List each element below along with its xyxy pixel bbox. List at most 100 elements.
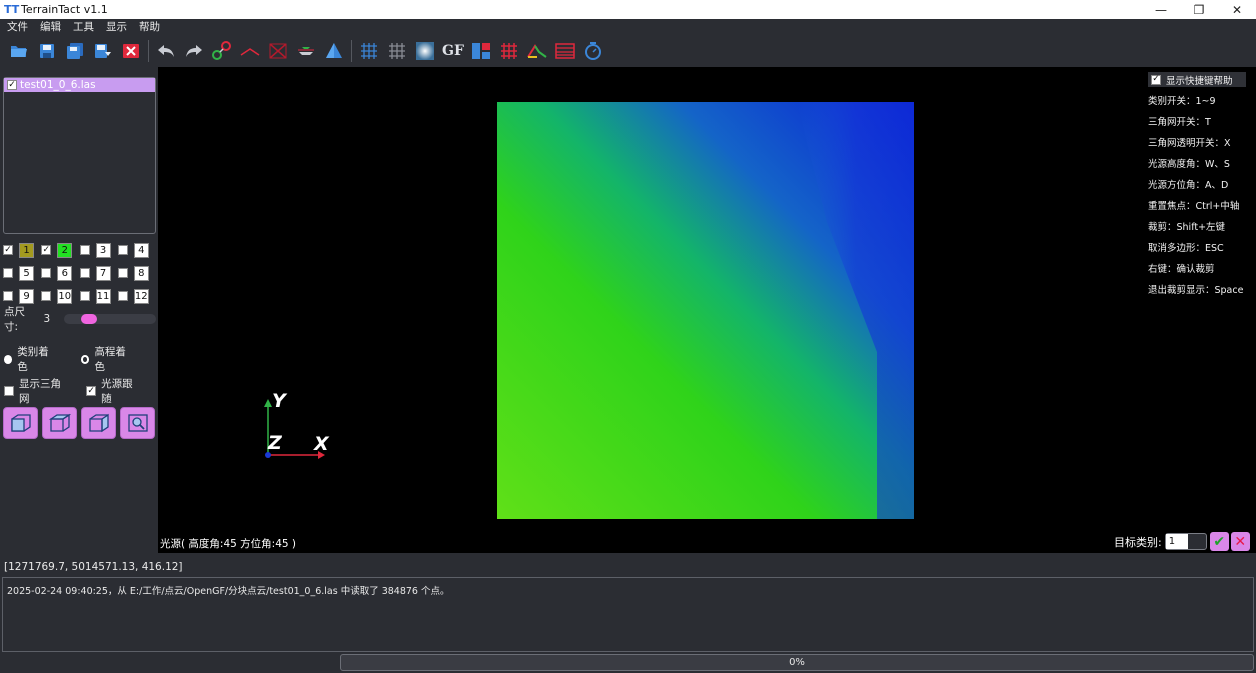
toolbar: GF (0, 34, 1256, 67)
class-swatch[interactable]: 2 (57, 242, 73, 258)
class-toggle: 10 (41, 288, 79, 304)
class-toggle: ✓ 1 (3, 242, 41, 258)
file-list[interactable]: ✓ test01_0_6.las (3, 77, 156, 234)
class-checkbox[interactable]: ✓ (3, 245, 13, 255)
help-line: 退出裁剪显示：Space (1148, 285, 1244, 296)
file-list-item[interactable]: ✓ test01_0_6.las (4, 78, 155, 92)
class-checkbox[interactable] (41, 291, 52, 301)
save-icon[interactable] (36, 40, 58, 62)
class-swatch[interactable]: 6 (57, 265, 73, 281)
class-toggle: 7 (79, 265, 118, 281)
target-icon[interactable] (582, 40, 604, 62)
clear-icon[interactable] (267, 40, 289, 62)
class-swatch[interactable]: 7 (95, 265, 111, 281)
color-by-class-radio[interactable] (4, 354, 13, 364)
class-checkbox[interactable] (117, 245, 128, 255)
view-front-button[interactable] (3, 407, 38, 439)
target-class-value[interactable]: 1 (1165, 534, 1188, 549)
close-icon: ✕ (1234, 533, 1247, 550)
show-shortcut-help-checkbox[interactable]: ✓ (1151, 74, 1161, 85)
segment-icon[interactable] (498, 40, 520, 62)
close-window-button[interactable]: ✕ (1218, 0, 1256, 19)
minimize-button[interactable]: — (1142, 0, 1180, 19)
target-class-spinbox[interactable]: 1 (1164, 533, 1207, 550)
class-swatch[interactable]: 8 (133, 265, 149, 281)
menu-edit[interactable]: 编辑 (34, 19, 67, 34)
window-controls: — ❐ ✕ (1142, 0, 1256, 19)
help-line: 三角网透明开关：X (1148, 138, 1231, 149)
left-panel: ✓ test01_0_6.las ✓ 1 ✓ 2 3 4 5 6 7 8 9 10 11 12 点尺寸: … (0, 67, 158, 557)
class-checkbox[interactable] (79, 268, 90, 278)
menu-view[interactable]: 显示 (100, 19, 133, 34)
class-checkbox[interactable] (79, 245, 90, 255)
3d-viewport[interactable]: X Y Z 光源( 高度角:45 方位角:45 ) ✓ 显示快捷键帮助 类别开关… (158, 67, 1256, 553)
light-status: 光源( 高度角:45 方位角:45 ) (160, 538, 297, 550)
redo-icon[interactable] (183, 40, 205, 62)
point-cloud-render[interactable] (497, 102, 914, 519)
class-checkbox[interactable] (117, 268, 128, 278)
profile-icon[interactable] (526, 40, 548, 62)
spinbox-arrows[interactable] (1188, 534, 1206, 549)
angle-icon[interactable] (239, 40, 261, 62)
export-icon[interactable] (92, 40, 114, 62)
view-side-button[interactable] (81, 407, 116, 439)
menu-help[interactable]: 帮助 (133, 19, 166, 34)
zoom-fit-icon (127, 414, 148, 432)
menu-file[interactable]: 文件 (0, 19, 34, 34)
class-checkbox[interactable] (79, 291, 90, 301)
color-by-elevation-radio[interactable] (80, 354, 90, 364)
maximize-button[interactable]: ❐ (1180, 0, 1218, 19)
filter-icon[interactable] (386, 40, 408, 62)
class-swatch[interactable]: 5 (19, 265, 34, 281)
class-swatch[interactable]: 11 (95, 288, 111, 304)
close-file-icon[interactable] (120, 40, 142, 62)
point-size-value: 3 (43, 313, 51, 325)
zoom-fit-button[interactable] (120, 407, 155, 439)
class-swatch[interactable]: 1 (19, 242, 34, 258)
class-swatch[interactable]: 9 (19, 288, 34, 304)
layers-icon[interactable] (554, 40, 576, 62)
class-checkbox[interactable] (41, 268, 52, 278)
help-line: 类别开关：1~9 (1148, 96, 1216, 107)
class-checkbox[interactable] (117, 291, 128, 301)
file-visible-checkbox[interactable]: ✓ (7, 80, 17, 90)
cancel-button[interactable]: ✕ (1230, 532, 1250, 551)
window-title: TerrainTact v1.1 (21, 3, 108, 16)
confirm-button[interactable]: ✔ (1209, 532, 1229, 551)
point-size-slider-handle[interactable] (81, 314, 98, 324)
render-icon[interactable] (414, 40, 436, 62)
point-size-slider[interactable] (64, 314, 156, 324)
light-follow-checkbox[interactable]: ✓ (86, 386, 97, 396)
plane-icon[interactable] (295, 40, 317, 62)
menu-tools[interactable]: 工具 (67, 19, 100, 34)
class-toggle: 11 (79, 288, 118, 304)
undo-icon[interactable] (155, 40, 177, 62)
triangle-icon[interactable] (323, 40, 345, 62)
log-output[interactable]: 2025-02-24 09:40:25，从 E:/工作/点云/OpenGF/分块… (2, 577, 1254, 652)
target-class-label: 目标类别: (1114, 535, 1162, 549)
measure-icon[interactable] (211, 40, 233, 62)
class-checkbox[interactable]: ✓ (41, 245, 52, 255)
gf-icon[interactable]: GF (442, 40, 464, 62)
view-top-button[interactable] (42, 407, 77, 439)
class-swatch[interactable]: 12 (133, 288, 149, 304)
classify-icon[interactable] (470, 40, 492, 62)
class-swatch[interactable]: 4 (133, 242, 149, 258)
grid-icon[interactable] (358, 40, 380, 62)
help-line: 取消多边形：ESC (1148, 243, 1224, 254)
show-shortcut-help-label: 显示快捷键帮助 (1166, 75, 1233, 87)
open-folder-icon[interactable] (8, 40, 30, 62)
class-checkbox[interactable] (3, 268, 13, 278)
class-toggle: 9 (3, 288, 41, 304)
progress-bar: 0% (340, 654, 1254, 671)
save-as-icon[interactable] (64, 40, 86, 62)
show-tin-checkbox[interactable] (4, 386, 14, 396)
class-toggle: 6 (41, 265, 79, 281)
class-checkbox[interactable] (3, 291, 13, 301)
class-swatch[interactable]: 3 (95, 242, 111, 258)
show-shortcut-help-toggle[interactable]: ✓ 显示快捷键帮助 (1148, 72, 1246, 87)
log-line: 2025-02-24 09:40:25，从 E:/工作/点云/OpenGF/分块… (7, 586, 450, 597)
target-class-control: 目标类别: 1 ✔ ✕ (1114, 532, 1250, 551)
class-swatch[interactable]: 10 (57, 288, 73, 304)
color-by-class-label: 类别着色 (17, 346, 49, 373)
